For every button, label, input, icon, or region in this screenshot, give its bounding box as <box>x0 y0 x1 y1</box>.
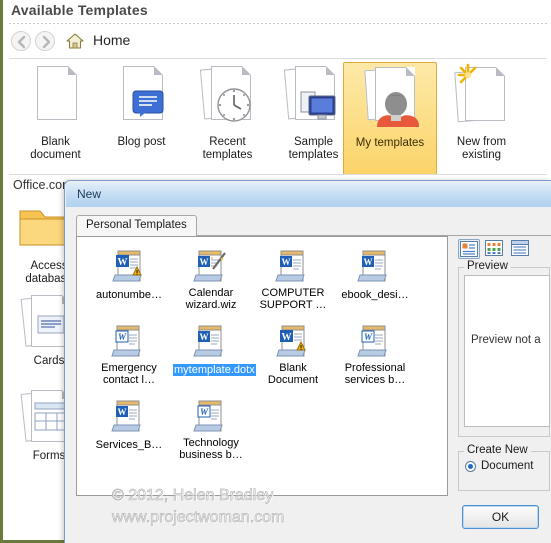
word-document-icon: W <box>337 245 413 287</box>
template-file-list[interactable]: W autonumbe… W Calendar wizard.wiz W COM… <box>76 236 448 496</box>
list-item[interactable]: W Professional services b… <box>337 320 413 386</box>
svg-text:W: W <box>364 332 373 342</box>
tile-label-line2: existing <box>462 149 501 161</box>
tile-label-line2: templates <box>202 149 253 161</box>
list-item-label: Emergency contact l… <box>101 362 157 386</box>
svg-text:W: W <box>200 257 209 267</box>
svg-text:W: W <box>118 257 128 268</box>
create-new-group-label: Create New <box>464 444 531 456</box>
tile-new-from-existing[interactable]: New from existing <box>439 62 524 172</box>
category-label-line1: Forms <box>32 450 66 462</box>
tile-label-line1: New from <box>456 136 507 148</box>
list-item[interactable]: W Blank Document <box>255 320 331 386</box>
list-item-label: autonumbe… <box>95 289 163 301</box>
breadcrumb[interactable]: Home <box>93 32 130 48</box>
svg-text:W: W <box>118 407 127 417</box>
list-item-label: Professional services b… <box>344 362 406 386</box>
title-divider <box>9 23 547 24</box>
nav-divider <box>9 58 547 59</box>
tile-label-line1: Sample <box>294 136 333 148</box>
tile-label-line1: Blank <box>41 136 70 148</box>
tile-label-line2: templates <box>288 149 339 161</box>
tile-label-line1: My templates <box>355 137 425 149</box>
word-document-icon: W <box>91 395 167 437</box>
details-view-icon[interactable] <box>510 239 532 259</box>
preview-message: Preview not a <box>471 334 541 346</box>
my-templates-icon <box>344 63 436 135</box>
ok-button[interactable]: OK <box>462 505 539 529</box>
category-label-line1: Cards <box>33 355 65 367</box>
word-template-icon: W <box>173 395 249 437</box>
list-item[interactable]: W Services_B… <box>91 395 167 451</box>
dialog-body: Personal Templates W autonumbe… W Calend… <box>66 207 551 543</box>
list-item-selected[interactable]: W mytemplate.dotx <box>173 320 256 376</box>
word-wizard-icon: W <box>173 245 249 287</box>
svg-text:W: W <box>118 332 127 342</box>
category-label-line1: Access <box>30 260 68 272</box>
new-dialog: New Personal Templates W autonumbe… W Ca… <box>64 180 551 543</box>
list-item[interactable]: W Technology business b… <box>173 395 249 461</box>
blank-document-icon <box>13 62 98 134</box>
tile-blank-document[interactable]: Blank document <box>13 62 98 172</box>
tile-label-line1: Recent <box>209 136 246 148</box>
list-item-label: COMPUTER SUPPORT … <box>259 287 327 311</box>
tile-label-line2: document <box>30 149 81 161</box>
list-view-icon[interactable] <box>484 239 506 259</box>
list-item-label: Calendar wizard.wiz <box>185 287 237 311</box>
list-item[interactable]: W COMPUTER SUPPORT … <box>255 245 331 311</box>
svg-text:W: W <box>282 332 292 343</box>
view-mode-buttons <box>458 239 544 259</box>
list-item[interactable]: W ebook_desi… <box>337 245 413 301</box>
tile-recent-templates[interactable]: Recent templates <box>185 62 270 172</box>
dialog-title: New <box>77 187 102 201</box>
list-item-label: ebook_desi… <box>341 289 409 301</box>
section-divider <box>9 174 547 175</box>
arrow-right-icon <box>42 35 51 49</box>
tab-label: Personal Templates <box>86 219 187 231</box>
large-icons-view-icon[interactable] <box>458 239 480 259</box>
word-template-icon: W <box>91 320 167 362</box>
tile-blog-post[interactable]: Blog post <box>99 62 184 172</box>
template-tiles: Blank document Blog post Recent template… <box>9 62 549 175</box>
tile-my-templates[interactable]: My templates <box>343 62 437 175</box>
svg-text:W: W <box>200 407 209 417</box>
arrow-left-icon <box>17 35 26 49</box>
list-item[interactable]: W autonumbe… <box>91 245 167 301</box>
word-template-icon: W <box>337 320 413 362</box>
home-icon[interactable] <box>65 31 85 51</box>
new-from-existing-icon <box>439 62 524 134</box>
page-title: Available Templates <box>11 2 148 18</box>
tab-strip: Personal Templates <box>76 215 551 236</box>
list-item[interactable]: W Calendar wizard.wiz <box>173 245 249 311</box>
word-template-warning-icon: W <box>255 320 331 362</box>
svg-text:W: W <box>364 257 373 267</box>
svg-text:W: W <box>282 257 291 267</box>
forward-button[interactable] <box>35 31 55 51</box>
word-template-icon: W <box>173 320 249 362</box>
blog-post-icon <box>99 62 184 134</box>
list-item-label: mytemplate.dotx <box>173 364 256 376</box>
list-item-label: Blank Document <box>267 362 319 386</box>
recent-templates-icon <box>185 62 270 134</box>
svg-text:W: W <box>200 332 209 342</box>
tab-personal-templates[interactable]: Personal Templates <box>76 215 197 236</box>
list-item[interactable]: W Emergency contact l… <box>91 320 167 386</box>
radio-label: Document <box>481 460 534 472</box>
tile-label-line1: Blog post <box>117 136 166 148</box>
list-item-label: Services_B… <box>95 439 163 451</box>
radio-dot <box>465 461 476 472</box>
list-item-label: Technology business b… <box>179 437 243 461</box>
dialog-title-bar: New <box>66 182 551 208</box>
preview-group-label: Preview <box>464 260 511 272</box>
word-document-icon: W <box>255 245 331 287</box>
preview-box: Preview not a <box>464 275 550 427</box>
word-template-warning-icon: W <box>91 245 167 287</box>
back-button[interactable] <box>11 31 31 51</box>
